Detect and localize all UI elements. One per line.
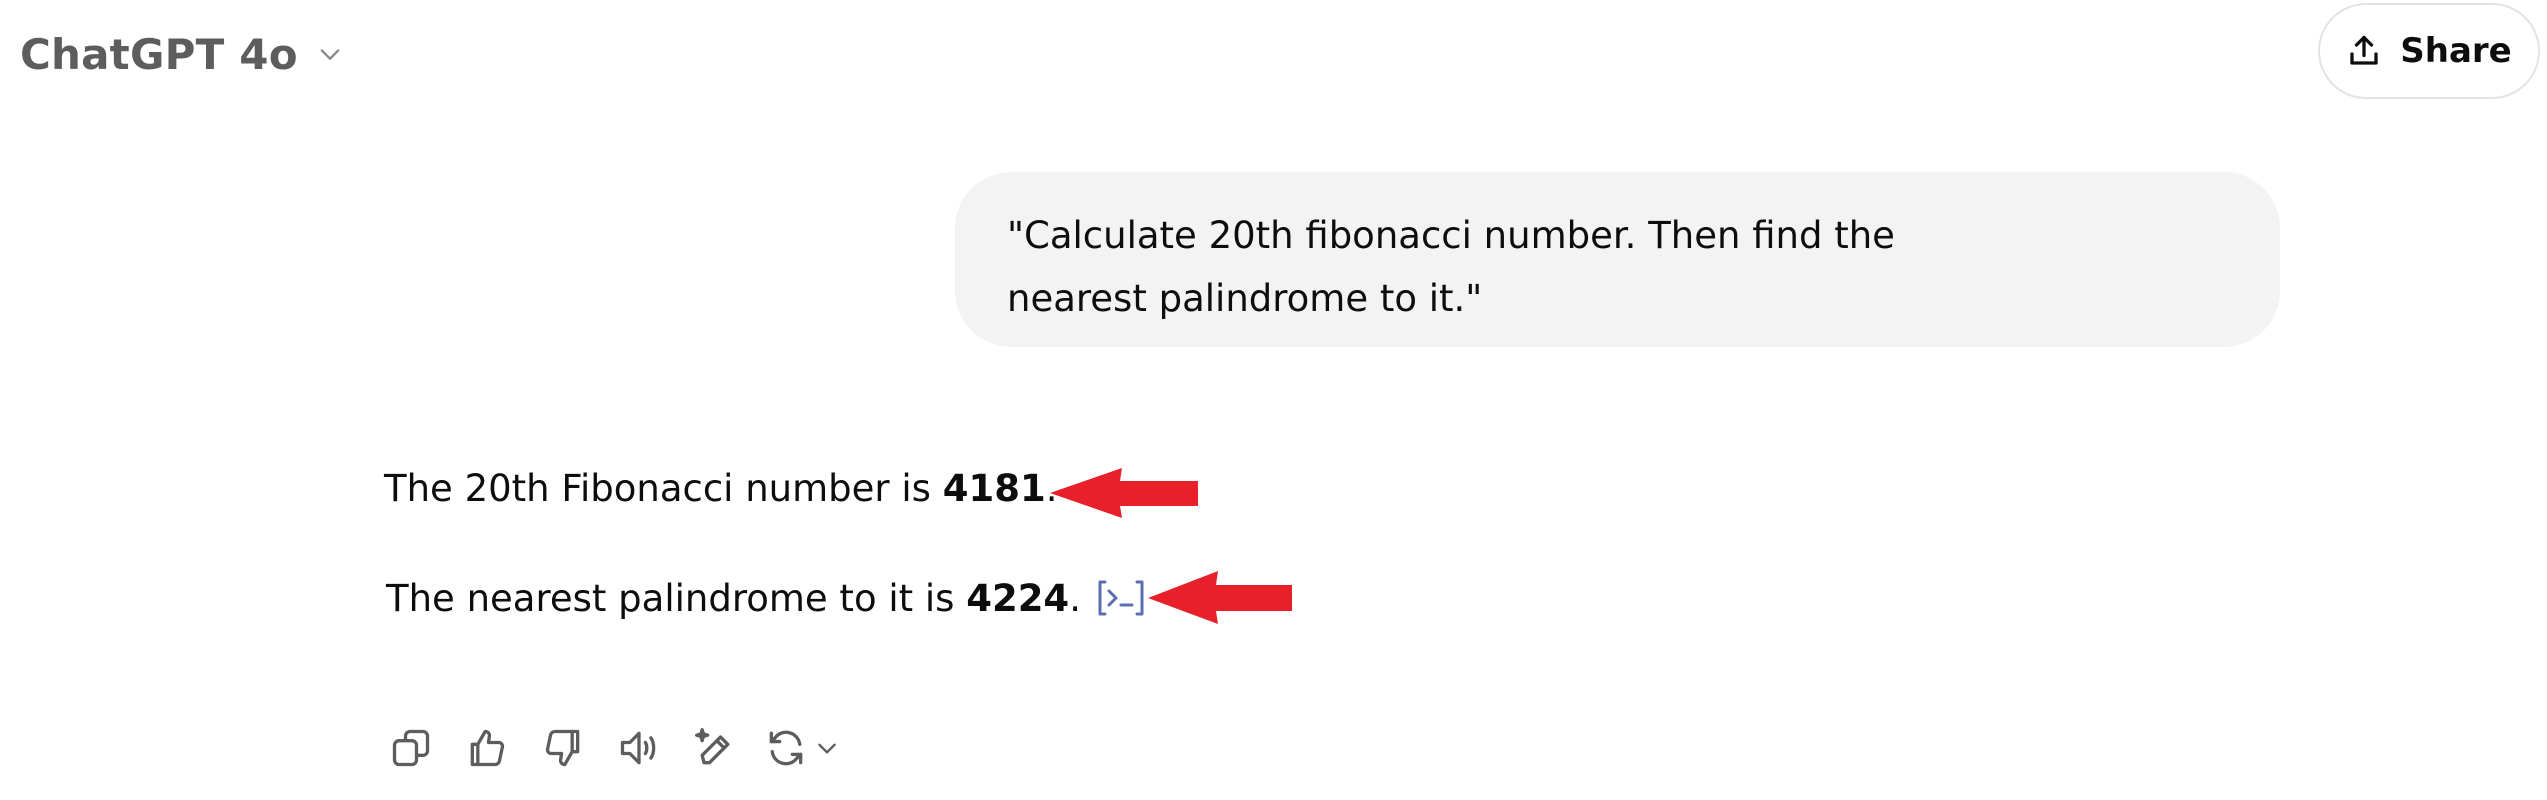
regenerate-button[interactable] — [764, 721, 864, 775]
copy-button[interactable] — [384, 721, 438, 775]
thumbs-down-icon — [545, 729, 580, 767]
code-interpreter-icon[interactable] — [1095, 578, 1147, 618]
good-response-button[interactable] — [460, 721, 514, 775]
assistant-line2-suffix: . — [1069, 576, 1081, 620]
edit-in-canvas-button[interactable] — [688, 721, 742, 775]
share-label: Share — [2400, 31, 2512, 71]
share-button[interactable]: Share — [2318, 3, 2540, 99]
pen-sparkle-icon — [695, 728, 730, 765]
bad-response-button[interactable] — [536, 721, 590, 775]
model-selector[interactable]: ChatGPT 4o — [20, 22, 344, 86]
user-message-bubble: "Calculate 20th fibonacci number. Then f… — [955, 172, 2280, 347]
assistant-line2-prefix: The nearest palindrome to it is — [386, 576, 967, 620]
response-action-bar — [384, 722, 886, 774]
red-arrow-left-icon — [1148, 571, 1292, 624]
assistant-line1-prefix: The 20th Fibonacci number is — [384, 466, 943, 510]
assistant-line-fibonacci: The 20th Fibonacci number is 4181. — [384, 462, 1057, 514]
thumbs-up-icon — [470, 729, 505, 767]
chevron-down-icon — [818, 743, 836, 754]
assistant-line-palindrome: The nearest palindrome to it is 4224. — [386, 572, 1147, 624]
user-message-text: "Calculate 20th fibonacci number. Then f… — [1007, 214, 1895, 320]
speaker-icon — [620, 731, 656, 765]
fibonacci-value: 4181 — [942, 466, 1046, 510]
refresh-icon — [769, 730, 803, 766]
upload-icon — [2350, 35, 2378, 65]
copy-icon — [392, 729, 430, 767]
red-arrow-left-icon — [1050, 468, 1198, 518]
model-name: ChatGPT 4o — [20, 29, 298, 79]
chevron-down-icon — [320, 49, 340, 60]
read-aloud-button[interactable] — [612, 721, 666, 775]
palindrome-value: 4224 — [966, 576, 1070, 620]
